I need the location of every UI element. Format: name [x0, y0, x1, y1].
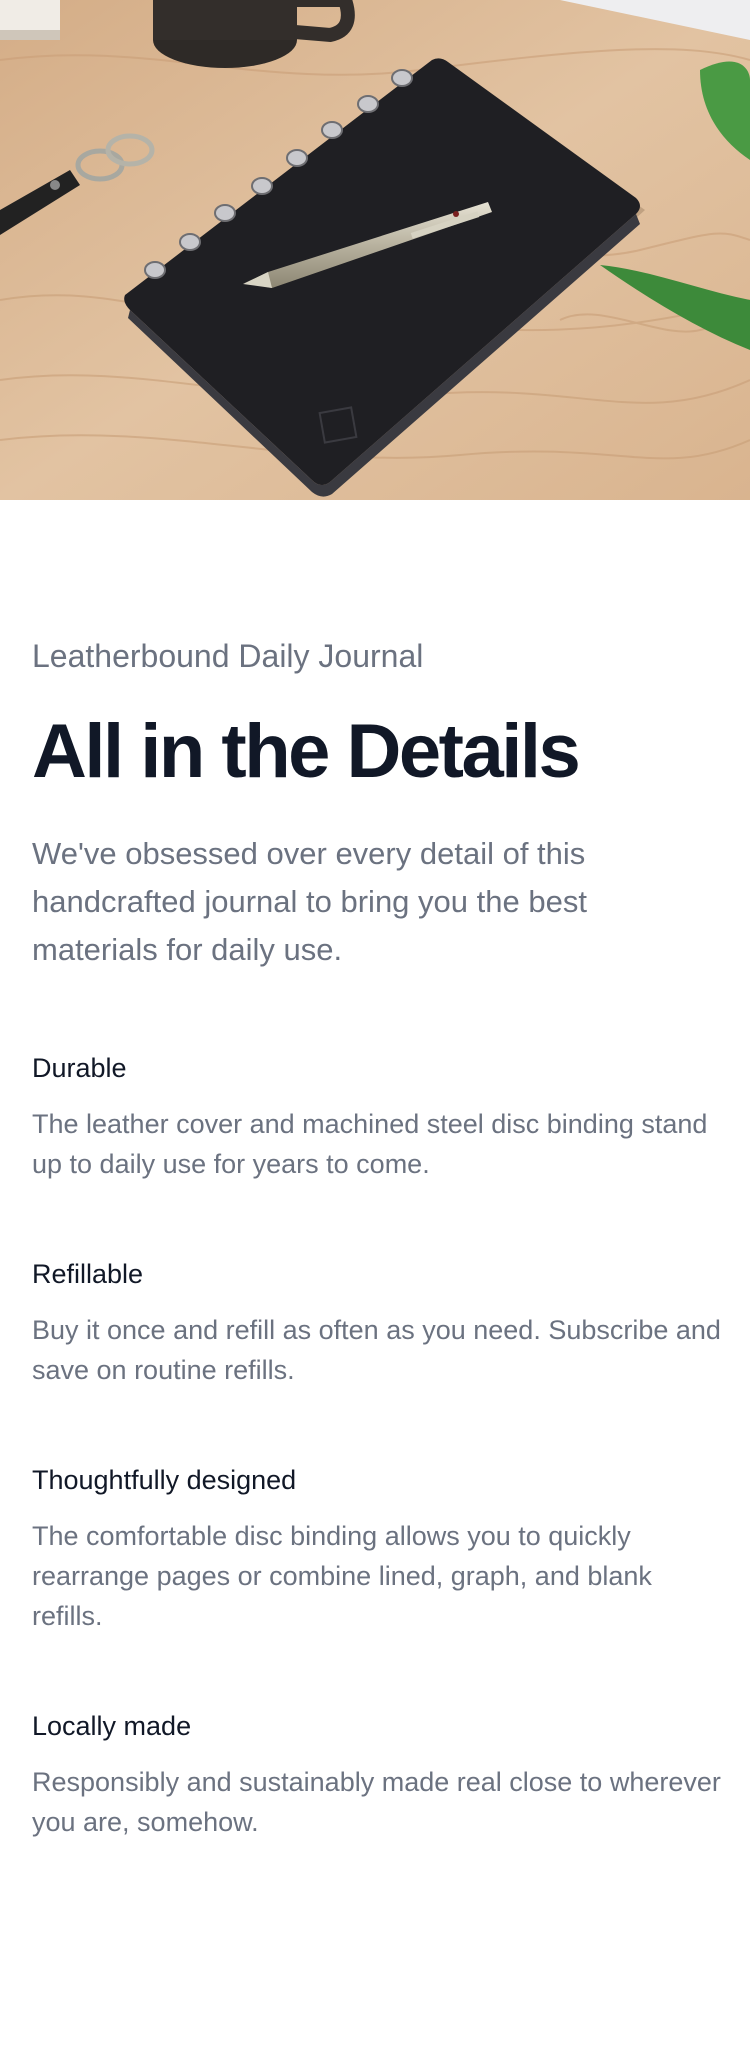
product-details-section: Leatherbound Daily Journal All in the De…	[0, 500, 750, 1842]
feature-description: Buy it once and refill as often as you n…	[32, 1315, 721, 1385]
feature-thoughtfully-designed: Thoughtfully designed The comfortable di…	[32, 1462, 718, 1636]
section-lead: We've obsessed over every detail of this…	[32, 836, 587, 967]
feature-title: Locally made	[32, 1711, 192, 1741]
feature-refillable: Refillable Buy it once and refill as oft…	[32, 1256, 721, 1390]
product-name: Leatherbound Daily Journal	[32, 638, 424, 674]
journal-photo	[0, 0, 750, 500]
feature-list: Durable The leather cover and machined s…	[32, 1050, 721, 1842]
feature-title: Durable	[32, 1053, 127, 1083]
feature-title: Refillable	[32, 1259, 144, 1289]
feature-description: The comfortable disc binding allows you …	[32, 1521, 652, 1631]
hero-image	[0, 0, 750, 500]
feature-title: Thoughtfully designed	[32, 1465, 297, 1495]
feature-description: The leather cover and machined steel dis…	[32, 1109, 708, 1179]
section-headline: All in the Details	[32, 709, 581, 794]
feature-description: Responsibly and sustainably made real cl…	[32, 1767, 721, 1837]
feature-locally-made: Locally made Responsibly and sustainably…	[32, 1708, 721, 1842]
feature-durable: Durable The leather cover and machined s…	[32, 1050, 718, 1184]
